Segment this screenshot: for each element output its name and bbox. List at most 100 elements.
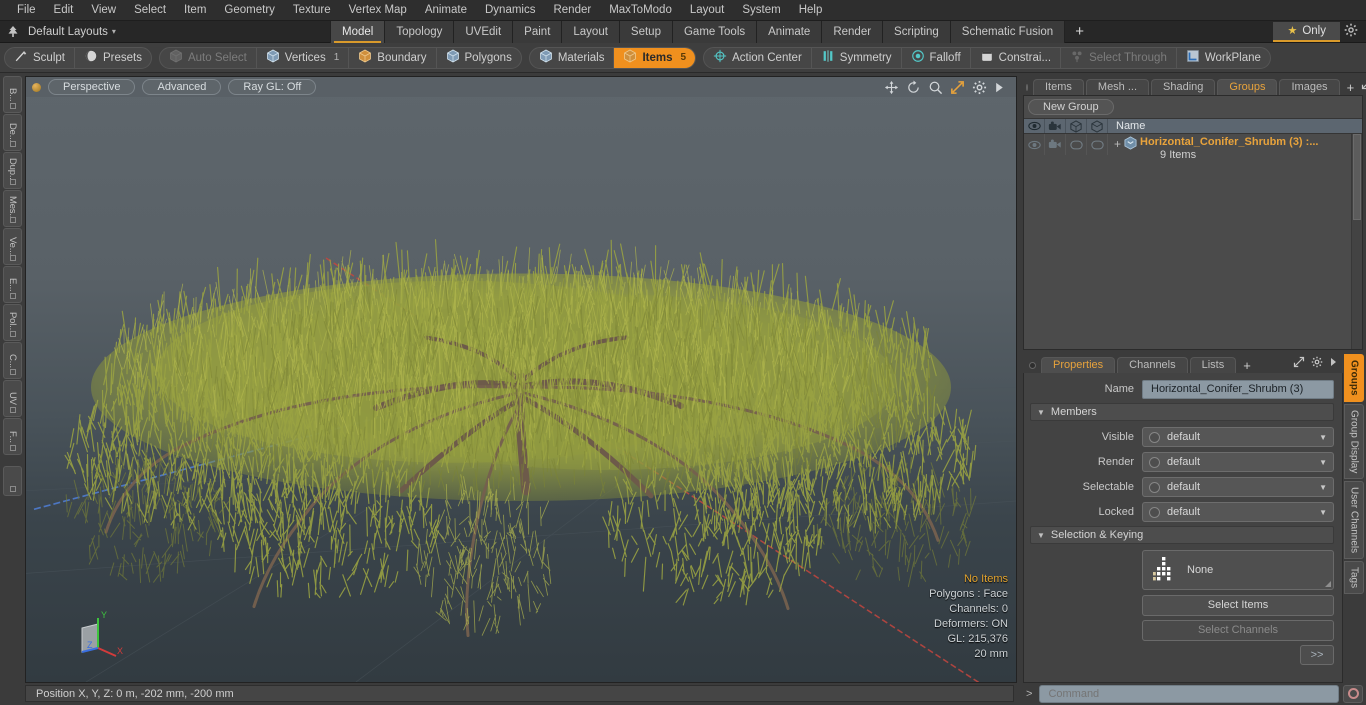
toolbar-button-symmetry[interactable]: Symmetry bbox=[812, 47, 902, 68]
menu-item-edit[interactable]: Edit bbox=[45, 2, 83, 18]
gear-icon[interactable] bbox=[1311, 356, 1323, 371]
layout-tab-uvedit[interactable]: UVEdit bbox=[454, 20, 514, 43]
toolbar-button-action-center[interactable]: Action Center bbox=[704, 47, 812, 68]
layout-tab-layout[interactable]: Layout bbox=[562, 20, 620, 43]
viewport-3d[interactable]: Perspective Advanced Ray GL: Off No Item… bbox=[25, 76, 1017, 683]
left-tab-f[interactable]: F... bbox=[3, 418, 22, 455]
eye-icon[interactable] bbox=[1024, 119, 1045, 133]
render-icon[interactable] bbox=[1045, 119, 1066, 133]
panel-more-icon[interactable] bbox=[1329, 356, 1337, 371]
menu-item-system[interactable]: System bbox=[733, 2, 789, 18]
menu-item-vertex-map[interactable]: Vertex Map bbox=[340, 2, 416, 18]
left-tab-e[interactable]: E... bbox=[3, 266, 22, 303]
toolbar-button-falloff[interactable]: Falloff bbox=[902, 47, 971, 68]
move-icon[interactable] bbox=[884, 80, 899, 95]
member-dropdown-locked[interactable]: default ▼ bbox=[1142, 502, 1334, 522]
layout-tab-animate[interactable]: Animate bbox=[757, 20, 823, 43]
row-lock-toggle[interactable] bbox=[1087, 134, 1108, 155]
panel-menu-dot[interactable] bbox=[1029, 362, 1036, 369]
table-row[interactable]: + Horizontal_Conifer_Shrubm (3) :... 9 I… bbox=[1024, 134, 1362, 164]
command-input[interactable] bbox=[1039, 684, 1339, 703]
panel-menu-dot[interactable] bbox=[1026, 84, 1028, 91]
name-field[interactable]: Horizontal_Conifer_Shrubm (3) bbox=[1142, 379, 1334, 399]
only-toggle-button[interactable]: ★ Only bbox=[1273, 21, 1340, 42]
menu-item-render[interactable]: Render bbox=[544, 2, 600, 18]
toolbar-button-constrai[interactable]: Constrai... bbox=[971, 47, 1062, 68]
popout-icon[interactable] bbox=[1293, 356, 1305, 371]
layout-tab-game-tools[interactable]: Game Tools bbox=[672, 20, 758, 43]
tab-groups[interactable]: Groups bbox=[1217, 79, 1278, 95]
row-label-cell[interactable]: + Horizontal_Conifer_Shrubm (3) :... 9 I… bbox=[1108, 134, 1319, 161]
toolbar-button-boundary[interactable]: Boundary bbox=[349, 47, 437, 68]
tab-add-button[interactable]: + bbox=[1342, 80, 1360, 95]
menu-item-geometry[interactable]: Geometry bbox=[215, 2, 284, 18]
viewport-raygl-button[interactable]: Ray GL: Off bbox=[228, 79, 317, 95]
rotate-icon[interactable] bbox=[906, 79, 921, 95]
tab-channels[interactable]: Channels bbox=[1117, 357, 1188, 373]
zoom-icon[interactable] bbox=[928, 80, 943, 95]
member-dropdown-render[interactable]: default ▼ bbox=[1142, 452, 1334, 472]
side-tab-user-channels[interactable]: User Channels bbox=[1344, 480, 1364, 560]
viewport-shading-button[interactable]: Advanced bbox=[142, 79, 222, 95]
chevron-down-icon[interactable]: ▾ bbox=[112, 27, 116, 36]
tab-add-button[interactable]: + bbox=[1238, 358, 1256, 373]
layout-tab-topology[interactable]: Topology bbox=[385, 20, 455, 43]
left-tab-de[interactable]: De... bbox=[3, 114, 22, 151]
toolbar-button-polygons[interactable]: Polygons bbox=[437, 48, 521, 68]
menu-item-view[interactable]: View bbox=[82, 2, 125, 18]
member-dropdown-visible[interactable]: default ▼ bbox=[1142, 427, 1334, 447]
side-tab-tags[interactable]: Tags bbox=[1344, 561, 1364, 595]
axis-gizmo[interactable]: Y X Z bbox=[70, 606, 132, 664]
toolbar-button-items[interactable]: Items 5 bbox=[614, 47, 696, 68]
menu-item-animate[interactable]: Animate bbox=[416, 2, 476, 18]
groups-scrollbar[interactable] bbox=[1351, 134, 1362, 349]
side-tab-group-display[interactable]: Group Display bbox=[1344, 403, 1364, 479]
left-tab-extra[interactable] bbox=[3, 466, 22, 496]
layout-tab-scripting[interactable]: Scripting bbox=[883, 20, 951, 43]
left-tab-mes[interactable]: Mes... bbox=[3, 190, 22, 227]
side-tab-groups[interactable]: Groups bbox=[1344, 354, 1364, 402]
selection-keying-section-header[interactable]: ▼ Selection & Keying bbox=[1030, 526, 1334, 544]
toolbar-button-presets[interactable]: Presets bbox=[75, 48, 151, 68]
menu-item-file[interactable]: File bbox=[8, 2, 45, 18]
tab-shading[interactable]: Shading bbox=[1151, 79, 1216, 95]
new-group-button[interactable]: New Group bbox=[1028, 99, 1114, 115]
row-selectable-toggle[interactable] bbox=[1066, 134, 1087, 155]
row-render-toggle[interactable] bbox=[1045, 134, 1066, 155]
add-layout-tab-button[interactable]: + bbox=[1065, 21, 1094, 43]
groups-grid-body[interactable]: + Horizontal_Conifer_Shrubm (3) :... 9 I… bbox=[1024, 134, 1362, 349]
selection-set-dropdown[interactable]: None bbox=[1142, 550, 1334, 590]
toolbar-button-vertices[interactable]: Vertices 1 bbox=[257, 47, 350, 68]
members-section-header[interactable]: ▼ Members bbox=[1030, 403, 1334, 421]
member-dropdown-selectable[interactable]: default ▼ bbox=[1142, 477, 1334, 497]
menu-item-maxtomodo[interactable]: MaxToModo bbox=[600, 2, 681, 18]
tab-mesh[interactable]: Mesh ... bbox=[1085, 79, 1150, 95]
row-visibility-toggle[interactable] bbox=[1024, 134, 1045, 155]
menu-item-dynamics[interactable]: Dynamics bbox=[476, 2, 544, 18]
viewport-projection-button[interactable]: Perspective bbox=[48, 79, 136, 95]
gear-icon[interactable] bbox=[972, 80, 987, 95]
popout-icon[interactable] bbox=[1361, 78, 1366, 93]
menu-item-texture[interactable]: Texture bbox=[284, 2, 340, 18]
left-tab-c[interactable]: C... bbox=[3, 342, 22, 379]
scrollbar-thumb[interactable] bbox=[1353, 134, 1361, 220]
left-tab-pol[interactable]: Pol... bbox=[3, 304, 22, 341]
menu-item-help[interactable]: Help bbox=[790, 2, 832, 18]
layout-tab-render[interactable]: Render bbox=[822, 20, 884, 43]
select-items-button[interactable]: Select Items bbox=[1142, 594, 1334, 616]
layout-tab-model[interactable]: Model bbox=[330, 20, 386, 43]
left-tab-ve[interactable]: Ve... bbox=[3, 228, 22, 265]
toolbar-button-materials[interactable]: Materials bbox=[530, 47, 615, 68]
layout-tab-paint[interactable]: Paint bbox=[513, 20, 563, 43]
fit-icon[interactable] bbox=[950, 80, 965, 95]
lock-cube-icon[interactable] bbox=[1087, 119, 1108, 133]
tab-lists[interactable]: Lists bbox=[1189, 357, 1237, 373]
left-tab-b[interactable]: B... bbox=[3, 76, 22, 113]
tab-images[interactable]: Images bbox=[1279, 79, 1340, 95]
tree-icon[interactable] bbox=[6, 25, 20, 39]
menu-item-layout[interactable]: Layout bbox=[681, 2, 734, 18]
toolbar-button-workplane[interactable]: WorkPlane bbox=[1177, 48, 1270, 68]
layout-tab-schematic-fusion[interactable]: Schematic Fusion bbox=[950, 20, 1066, 43]
menu-item-item[interactable]: Item bbox=[175, 2, 215, 18]
layout-tab-setup[interactable]: Setup bbox=[619, 20, 673, 43]
